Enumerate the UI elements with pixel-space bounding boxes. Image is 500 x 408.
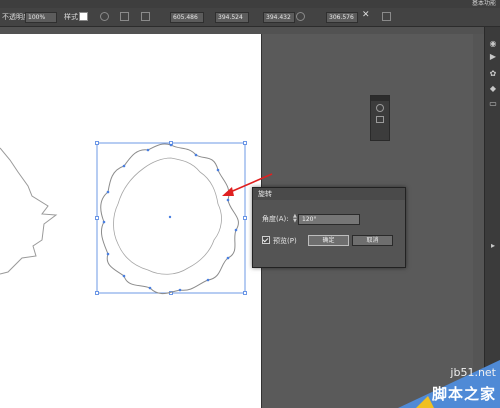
watermark: jb51.net 脚本之家 (398, 360, 500, 408)
rotated-ring-shape (100, 143, 239, 295)
handle-mr (243, 216, 247, 220)
anchor-point (194, 153, 198, 157)
watermark-domain: jb51.net (450, 366, 496, 379)
rotated-ring-inner (113, 157, 222, 275)
center-point (168, 215, 172, 219)
anchor-point (226, 198, 230, 202)
watermark-name: 脚本之家 (431, 385, 496, 403)
anchor-point (216, 168, 220, 172)
artwork-layer (0, 141, 375, 295)
anchor-point (234, 228, 238, 232)
rotate-dialog: 旋转 角度(A): ▲ ▼ 120° 预览(P) 确定 取消 (252, 187, 406, 268)
angle-label: 角度(A): (262, 215, 289, 223)
selection-bounding-box (96, 142, 246, 294)
angle-stepper-icon[interactable]: ▲ ▼ (293, 214, 297, 224)
ok-button[interactable]: 确定 (308, 235, 349, 246)
checkbox-icon[interactable] (262, 236, 270, 244)
anchor-point (178, 288, 182, 292)
handle-tl (95, 141, 99, 145)
handle-bl (95, 291, 99, 295)
anchor-point (122, 164, 126, 168)
handle-tr (243, 141, 247, 145)
anchor-point (106, 190, 110, 194)
anchor-point (226, 256, 230, 260)
anchor-point (169, 143, 173, 147)
preview-label: 预览(P) (273, 237, 297, 245)
anchor-point (206, 278, 210, 282)
preview-checkbox[interactable]: 预览(P) (262, 236, 297, 246)
handle-ml (95, 216, 99, 220)
handle-br (243, 291, 247, 295)
anchor-point (146, 148, 150, 152)
anchor-point (148, 286, 152, 290)
partial-shape (0, 147, 58, 275)
anchor-point (122, 274, 126, 278)
angle-input[interactable]: 120° (298, 214, 360, 225)
cancel-button[interactable]: 取消 (352, 235, 393, 246)
anchor-point (102, 220, 106, 224)
anchor-point (106, 252, 110, 256)
dialog-title[interactable]: 旋转 (253, 188, 405, 200)
